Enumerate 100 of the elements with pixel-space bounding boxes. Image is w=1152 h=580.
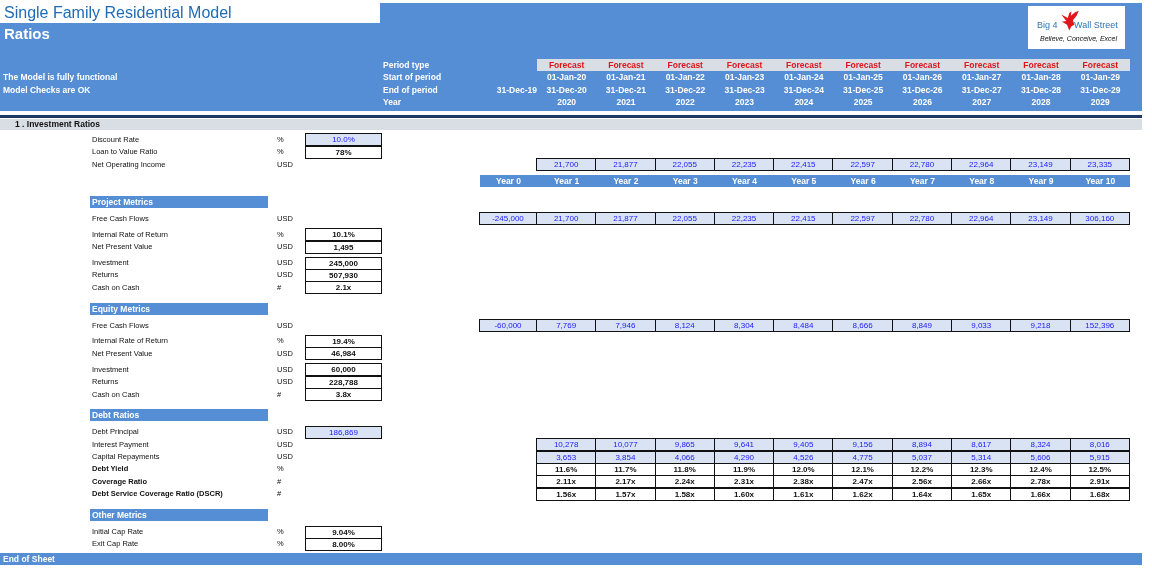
value-cell: 10.0% bbox=[305, 133, 382, 147]
table-cell: 9,156 bbox=[832, 438, 893, 452]
table-cell: 22,780 bbox=[891, 212, 953, 226]
header-cell-text: 01-Jan-23 bbox=[723, 72, 766, 83]
sheet-title: Ratios bbox=[3, 24, 51, 42]
status-text: Model Checks are OK bbox=[2, 84, 92, 95]
table-cell: 9,641 bbox=[713, 438, 775, 452]
header-cell-text: 31-Dec-29 bbox=[1079, 84, 1122, 95]
table-cell: 10,278 bbox=[536, 438, 597, 452]
year-label: Year 4 bbox=[731, 175, 759, 186]
table-cell: 2.91x bbox=[1069, 475, 1130, 489]
header-cell-text: 2020 bbox=[556, 97, 578, 108]
header-cell-text: 01-Jan-26 bbox=[901, 72, 944, 83]
header-cell-text: 31-Dec-28 bbox=[1019, 84, 1063, 95]
table-cell: 22,235 bbox=[713, 212, 775, 226]
value-cell: 245,000 bbox=[305, 256, 382, 270]
header-cell: Forecast bbox=[596, 59, 656, 72]
header-cell-text: 01-Jan-21 bbox=[605, 72, 647, 83]
table-cell: 23,335 bbox=[1069, 158, 1130, 172]
model-title: Single Family Residential Model bbox=[0, 3, 380, 23]
table-cell: 9,218 bbox=[1010, 319, 1071, 333]
table-cell: 22,964 bbox=[951, 158, 1012, 172]
header-cell: Forecast bbox=[714, 59, 775, 72]
year-label: Year 5 bbox=[790, 175, 818, 186]
table-cell: 2.11x bbox=[536, 475, 597, 489]
table-cell: 152,396 bbox=[1069, 319, 1130, 333]
table-cell: 21,877 bbox=[595, 212, 656, 226]
header-label: Start of period bbox=[382, 72, 443, 83]
table-cell: -245,000 bbox=[479, 212, 537, 226]
table-cell: 21,700 bbox=[536, 212, 597, 226]
table-cell: 8,849 bbox=[891, 319, 953, 333]
header-cell-text: 31-Dec-25 bbox=[842, 84, 885, 95]
header-label: Period type bbox=[382, 60, 431, 71]
header-cell-text: 31-Dec-20 bbox=[545, 84, 588, 95]
header-cell: Forecast bbox=[952, 59, 1012, 72]
header-cell: Forecast bbox=[1011, 59, 1071, 72]
table-cell: 8,894 bbox=[891, 438, 953, 452]
table-cell: 8,016 bbox=[1069, 438, 1130, 452]
logo-text: Big 4 bbox=[1037, 20, 1058, 30]
logo-text: Wall Street bbox=[1074, 20, 1118, 30]
block-heading: Other Metrics bbox=[90, 509, 268, 522]
table-cell: 22,597 bbox=[832, 212, 893, 226]
header-cell: Forecast bbox=[892, 59, 953, 72]
header-cell-text: 2023 bbox=[734, 97, 755, 108]
table-cell: 8,304 bbox=[713, 319, 775, 333]
header-cell-text: 2026 bbox=[911, 97, 933, 108]
header-cell-text: 01-Jan-29 bbox=[1079, 72, 1121, 83]
header-cell-text: 31-Dec-27 bbox=[960, 84, 1003, 95]
header-cell-text: 01-Jan-25 bbox=[842, 72, 884, 83]
table-cell: 22,235 bbox=[713, 158, 775, 172]
header-cell: Forecast bbox=[833, 59, 893, 72]
header-cell-text: 2022 bbox=[674, 97, 696, 108]
block-heading: Equity Metrics bbox=[90, 302, 268, 315]
header-cell-text: 2027 bbox=[971, 97, 993, 108]
table-cell: 22,055 bbox=[654, 212, 715, 226]
table-cell: 22,415 bbox=[773, 212, 834, 226]
header-cell-text: 01-Jan-20 bbox=[546, 72, 588, 83]
header-label: End of period bbox=[382, 84, 439, 95]
block-heading: Debt Ratios bbox=[90, 409, 268, 422]
table-cell: 8,617 bbox=[951, 438, 1012, 452]
year-label: Year 2 bbox=[612, 175, 640, 186]
header-cell-text: 31-Dec-26 bbox=[901, 84, 944, 95]
header-cell-text: 31-Dec-21 bbox=[604, 84, 648, 95]
table-cell: 7,769 bbox=[536, 319, 597, 333]
year-label: Year 7 bbox=[908, 175, 936, 186]
header-cell-text: 31-Dec-23 bbox=[723, 84, 766, 95]
header-cell-text: 01-Jan-24 bbox=[783, 72, 825, 83]
block-heading: Project Metrics bbox=[90, 195, 268, 208]
section-title: 1 . Investment Ratios bbox=[15, 119, 101, 130]
header-cell-text: 01-Jan-27 bbox=[961, 72, 1003, 83]
header-cell-text: 31-Dec-22 bbox=[664, 84, 707, 95]
value-cell: 46,984 bbox=[305, 347, 382, 361]
value-cell: 19.4% bbox=[305, 334, 382, 348]
table-cell: 8,324 bbox=[1010, 438, 1071, 452]
table-cell: -60,000 bbox=[479, 319, 537, 333]
header-cell-text: 2029 bbox=[1089, 97, 1111, 108]
value-cell: 3.8x bbox=[305, 388, 382, 401]
table-cell: 22,415 bbox=[773, 158, 834, 172]
header-cell-text: 2025 bbox=[852, 97, 874, 108]
table-cell: 23,149 bbox=[1010, 212, 1071, 226]
header-cell-text: 01-Jan-28 bbox=[1020, 72, 1062, 83]
header-cell: Forecast bbox=[537, 59, 597, 72]
table-cell: 23,149 bbox=[1010, 158, 1071, 172]
year-label: Year 1 bbox=[553, 175, 581, 186]
header-cell-text: 31-Dec-24 bbox=[782, 84, 825, 95]
table-cell: 22,964 bbox=[951, 212, 1012, 226]
year-label: Year 9 bbox=[1027, 175, 1055, 186]
header-label: Year bbox=[382, 97, 402, 108]
header-cell: Forecast bbox=[1070, 59, 1130, 72]
value-cell: 60,000 bbox=[305, 363, 382, 377]
header-cell: Forecast bbox=[655, 59, 715, 72]
year-label: Year 0 bbox=[494, 175, 523, 186]
table-cell: 8,666 bbox=[832, 319, 893, 333]
value-cell: 2.1x bbox=[305, 281, 382, 295]
year-label: Year 3 bbox=[671, 175, 699, 186]
table-cell: 9,865 bbox=[654, 438, 715, 452]
header-cell: Forecast bbox=[774, 59, 834, 72]
table-cell: 8,124 bbox=[654, 319, 715, 333]
header-cell-text: 01-Jan-22 bbox=[664, 72, 706, 83]
year-label: Year 10 bbox=[1084, 175, 1117, 186]
